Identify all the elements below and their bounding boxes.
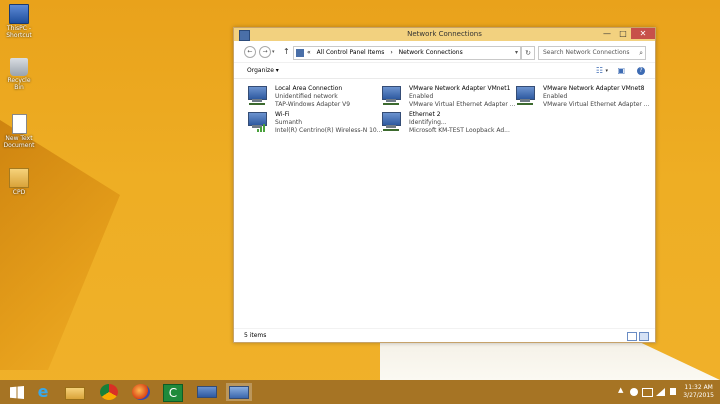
address-dropdown-button[interactable]: ▾ bbox=[515, 47, 518, 59]
taskbar-internet-explorer[interactable]: e bbox=[30, 383, 56, 401]
connection-name: VMware Network Adapter VMnet1 bbox=[409, 85, 511, 92]
taskbar-network-app[interactable] bbox=[194, 383, 220, 401]
text-document-icon bbox=[11, 114, 27, 134]
connection-device: Intel(R) Centrino(R) Wireless-N 10... bbox=[275, 127, 383, 134]
taskbar: e C ▲ 11:32 AM 3/27/2015 bbox=[0, 380, 720, 404]
connection-name: Wi-Fi bbox=[275, 111, 290, 118]
clock[interactable]: 11:32 AM 3/27/2015 bbox=[683, 384, 714, 400]
search-icon[interactable]: ⌕ bbox=[639, 47, 643, 59]
wallpaper-shape bbox=[0, 120, 120, 370]
desktop-icon-label: CPD bbox=[12, 189, 26, 196]
taskbar-firefox[interactable] bbox=[128, 383, 154, 401]
folder-icon bbox=[65, 387, 85, 400]
organize-button[interactable]: Organize ▾ bbox=[247, 67, 279, 74]
volume-icon[interactable] bbox=[670, 388, 676, 395]
chrome-icon bbox=[100, 384, 118, 400]
breadcrumb-separator[interactable]: › bbox=[390, 49, 392, 56]
clock-time: 11:32 AM bbox=[684, 384, 713, 391]
connection-item-ethernet-2[interactable]: Ethernet 2 Identifying... Microsoft KM-T… bbox=[381, 109, 511, 137]
command-bar: Organize ▾ ☷ ▾ ▣ ? bbox=[234, 64, 655, 79]
connection-item-local-area-connection[interactable]: Local Area Connection Unidentified netwo… bbox=[247, 83, 377, 111]
network-adapter-icon bbox=[515, 86, 537, 106]
desktop-icon-label: New Text Document bbox=[3, 135, 35, 149]
taskbar-network-connections[interactable] bbox=[226, 383, 252, 401]
search-placeholder: Search Network Connections bbox=[543, 49, 630, 56]
breadcrumb-network-connections[interactable]: Network Connections bbox=[399, 49, 463, 56]
title-bar[interactable]: Network Connections — □ ✕ bbox=[234, 28, 655, 41]
camtasia-icon: C bbox=[163, 384, 183, 402]
desktop-icon-this-pc[interactable]: ThisPC - Shortcut bbox=[2, 4, 36, 39]
connection-status: Identifying... bbox=[409, 119, 447, 126]
recent-locations-button[interactable]: ▾ bbox=[272, 49, 275, 55]
connections-list: Local Area Connection Unidentified netwo… bbox=[234, 79, 655, 328]
clock-date: 3/27/2015 bbox=[683, 392, 714, 399]
connection-item-wi-fi[interactable]: Wi-Fi Sumanth Intel(R) Centrino(R) Wirel… bbox=[247, 109, 382, 137]
connection-status: Enabled bbox=[409, 93, 434, 100]
breadcrumb: « All Control Panel Items › Network Conn… bbox=[307, 47, 467, 59]
breadcrumb-all-control-panel-items[interactable]: All Control Panel Items bbox=[317, 49, 385, 56]
internet-explorer-icon: e bbox=[37, 382, 49, 401]
connection-name: Local Area Connection bbox=[275, 85, 343, 92]
recycle-bin-icon bbox=[10, 58, 28, 76]
refresh-button[interactable]: ↻ bbox=[521, 46, 535, 60]
connection-device: Microsoft KM-TEST Loopback Ad... bbox=[409, 127, 510, 134]
connection-name: Ethernet 2 bbox=[409, 111, 441, 118]
taskbar-camtasia[interactable]: C bbox=[160, 383, 186, 402]
window-title: Network Connections bbox=[407, 30, 482, 38]
connection-item-vmnet8[interactable]: VMware Network Adapter VMnet8 Enabled VM… bbox=[515, 83, 650, 111]
details-view-icon[interactable] bbox=[627, 332, 637, 341]
connection-status: Sumanth bbox=[275, 119, 303, 126]
address-bar[interactable]: « All Control Panel Items › Network Conn… bbox=[293, 46, 521, 60]
large-icons-view-icon[interactable] bbox=[639, 332, 649, 341]
view-options-dropdown[interactable]: ▾ bbox=[605, 67, 608, 75]
connection-device: VMware Virtual Ethernet Adapter ... bbox=[543, 101, 650, 108]
connection-status: Enabled bbox=[543, 93, 568, 100]
desktop-icon-label: Recycle Bin bbox=[7, 77, 31, 91]
preview-pane-icon[interactable]: ▣ bbox=[617, 67, 625, 75]
help-icon[interactable]: ? bbox=[637, 67, 645, 75]
close-button[interactable]: ✕ bbox=[631, 28, 655, 39]
control-panel-icon bbox=[296, 49, 304, 57]
maximize-button[interactable]: □ bbox=[615, 28, 631, 39]
start-button[interactable] bbox=[4, 383, 30, 401]
wireless-adapter-icon bbox=[247, 112, 269, 132]
network-icon bbox=[197, 386, 217, 398]
action-center-icon[interactable] bbox=[630, 388, 638, 396]
connection-item-vmnet1[interactable]: VMware Network Adapter VMnet1 Enabled VM… bbox=[381, 83, 516, 111]
navigation-bar: ← → ▾ ↑ « All Control Panel Items › Netw… bbox=[234, 42, 655, 63]
desktop-icon-recycle-bin[interactable]: Recycle Bin bbox=[2, 58, 36, 91]
network-adapter-icon bbox=[381, 112, 403, 132]
search-box[interactable]: Search Network Connections ⌕ bbox=[538, 46, 646, 60]
wifi-signal-icon[interactable] bbox=[656, 388, 665, 396]
up-button[interactable]: ↑ bbox=[283, 47, 290, 56]
taskbar-chrome[interactable] bbox=[96, 383, 122, 401]
folder-icon bbox=[9, 168, 29, 188]
firefox-icon bbox=[132, 384, 150, 400]
battery-icon[interactable] bbox=[642, 388, 653, 397]
desktop-icon-label: ThisPC - Shortcut bbox=[6, 25, 32, 39]
forward-button[interactable]: → bbox=[259, 46, 271, 58]
connection-name: VMware Network Adapter VMnet8 bbox=[543, 85, 645, 92]
network-adapter-icon bbox=[247, 86, 269, 106]
back-button[interactable]: ← bbox=[244, 46, 256, 58]
windows-logo-icon bbox=[10, 386, 24, 399]
network-adapter-icon bbox=[381, 86, 403, 106]
network-connections-window: Network Connections — □ ✕ ← → ▾ ↑ « All … bbox=[233, 27, 656, 343]
desktop-icon-new-text-document[interactable]: New Text Document bbox=[2, 114, 36, 149]
item-count: 5 items bbox=[244, 332, 267, 339]
network-connections-icon bbox=[229, 386, 249, 399]
computer-icon bbox=[9, 4, 29, 24]
minimize-button[interactable]: — bbox=[599, 28, 615, 39]
connection-device: TAP-Windows Adapter V9 bbox=[275, 101, 351, 108]
connection-status: Unidentified network bbox=[275, 93, 338, 100]
status-bar: 5 items bbox=[234, 328, 655, 342]
connection-device: VMware Virtual Ethernet Adapter ... bbox=[409, 101, 516, 108]
show-hidden-icons-button[interactable]: ▲ bbox=[618, 386, 623, 394]
taskbar-file-explorer[interactable] bbox=[62, 383, 88, 401]
breadcrumb-overflow[interactable]: « bbox=[307, 49, 311, 56]
view-options-icon[interactable]: ☷ bbox=[596, 67, 603, 75]
desktop-icon-cpd[interactable]: CPD bbox=[2, 168, 36, 196]
